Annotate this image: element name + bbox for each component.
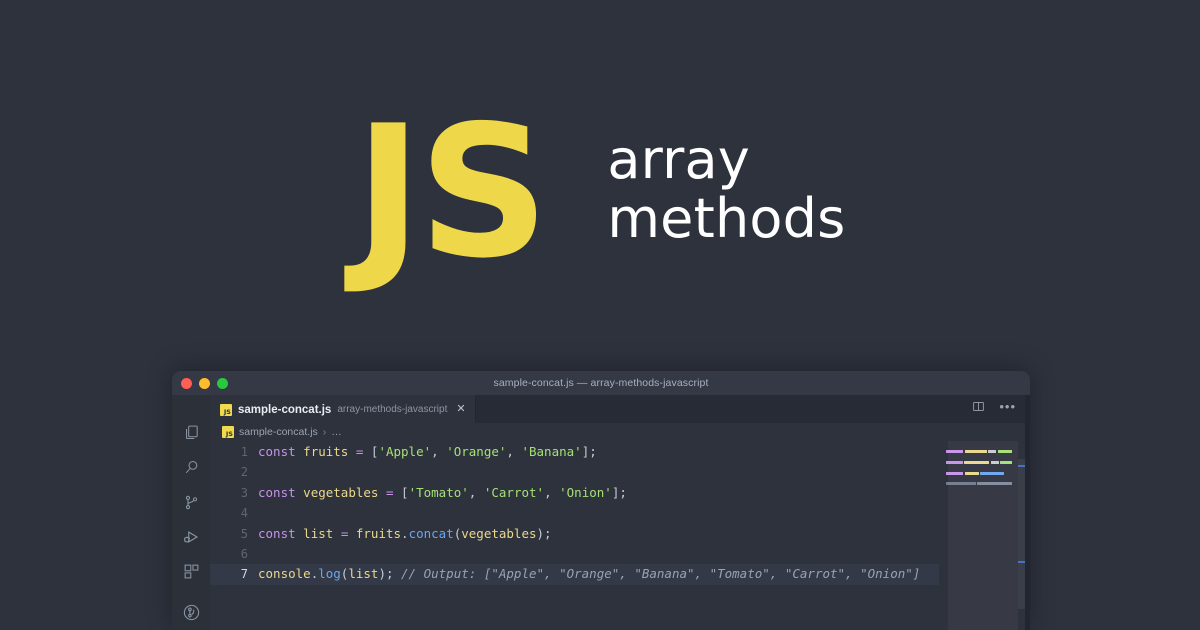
line-number: 6 [210, 544, 258, 564]
line-number: 3 [210, 483, 258, 503]
breadcrumb-file[interactable]: sample-concat.js [239, 426, 318, 438]
code-token: 'Carrot' [484, 485, 544, 500]
testing-circle-icon[interactable] [172, 595, 210, 630]
code-token: const [258, 485, 296, 500]
window-body: JS sample-concat.js array-methods-javasc… [172, 395, 1030, 630]
close-tab-icon[interactable]: ✕ [456, 404, 465, 415]
hero-title-line-2: methods [607, 190, 845, 248]
code-token: [ [363, 444, 378, 459]
line-text: const vegetables = ['Tomato', 'Carrot', … [258, 483, 627, 503]
editor-column: JS sample-concat.js array-methods-javasc… [210, 395, 1030, 630]
minimap[interactable] [939, 441, 1018, 630]
hero-title: array methods [607, 131, 845, 248]
explorer-files-icon[interactable] [172, 415, 210, 450]
code-line[interactable]: 5const list = fruits.concat(vegetables); [210, 524, 939, 544]
editor-tab-bar: JS sample-concat.js array-methods-javasc… [210, 395, 1030, 423]
code-token: 'Apple' [378, 444, 431, 459]
line-number: 7 [210, 564, 258, 584]
code-lines[interactable]: 1const fruits = ['Apple', 'Orange', 'Ban… [210, 441, 939, 585]
tab-folder-description: array-methods-javascript [337, 404, 447, 415]
window-right-edge [1025, 395, 1030, 630]
code-token: 'Tomato' [409, 485, 469, 500]
code-token: 'Onion' [559, 485, 612, 500]
code-editor-window: sample-concat.js — array-methods-javascr… [172, 371, 1030, 630]
code-token: fruits [303, 444, 348, 459]
code-token [333, 526, 341, 541]
code-token: concat [409, 526, 454, 541]
code-token: console [258, 566, 311, 581]
breadcrumb-symbol[interactable]: … [331, 426, 342, 438]
code-token: const [258, 526, 296, 541]
code-token: = [386, 485, 394, 500]
js-logo: JS [355, 101, 546, 283]
code-token: 'Banana' [521, 444, 581, 459]
editor-tab-sample-concat-js[interactable]: JS sample-concat.js array-methods-javasc… [210, 395, 476, 423]
code-token: log [318, 566, 341, 581]
code-token: fruits [356, 526, 401, 541]
line-number: 4 [210, 503, 258, 523]
tab-bar-spacer [476, 395, 973, 423]
code-token: // Output: ["Apple", "Orange", "Banana",… [401, 566, 920, 581]
more-actions-icon[interactable]: ••• [999, 400, 1016, 413]
code-token: , [506, 444, 521, 459]
split-editor-icon[interactable] [972, 400, 985, 418]
hero-banner: JS array methods [0, 0, 1200, 371]
code-token: . [401, 526, 409, 541]
code-token: ); [537, 526, 552, 541]
line-number: 1 [210, 442, 258, 462]
code-token [394, 566, 402, 581]
code-token: vegetables [461, 526, 536, 541]
source-control-branch-icon[interactable] [172, 485, 210, 520]
line-number: 5 [210, 524, 258, 544]
code-token: , [469, 485, 484, 500]
code-token [348, 444, 356, 459]
minimap-slider[interactable] [948, 441, 1018, 630]
tab-filename: sample-concat.js [238, 404, 331, 416]
code-line[interactable]: 3const vegetables = ['Tomato', 'Carrot',… [210, 483, 939, 503]
line-number: 2 [210, 462, 258, 482]
code-token [348, 526, 356, 541]
code-token: vegetables [303, 485, 378, 500]
extensions-blocks-icon[interactable] [172, 554, 210, 589]
window-title: sample-concat.js — array-methods-javascr… [172, 377, 1030, 389]
breadcrumb-separator-icon: › [323, 426, 327, 438]
breadcrumb: JS sample-concat.js › … [210, 423, 1030, 441]
code-token: ); [378, 566, 393, 581]
hero-title-line-1: array [607, 131, 845, 189]
tab-bar-actions: ••• [972, 395, 1030, 423]
code-token: ]; [582, 444, 597, 459]
code-line[interactable]: 6 [210, 544, 939, 564]
line-text: const fruits = ['Apple', 'Orange', 'Bana… [258, 442, 597, 462]
line-text: console.log(list); // Output: ["Apple", … [258, 564, 920, 584]
line-text: const list = fruits.concat(vegetables); [258, 524, 552, 544]
code-line[interactable]: 1const fruits = ['Apple', 'Orange', 'Ban… [210, 442, 939, 462]
search-icon[interactable] [172, 450, 210, 485]
code-token: const [258, 444, 296, 459]
code-token: 'Orange' [446, 444, 506, 459]
code-line[interactable]: 2 [210, 462, 939, 482]
activity-bar [172, 395, 210, 630]
run-and-debug-icon[interactable] [172, 519, 210, 554]
code-scroll-region[interactable]: 1const fruits = ['Apple', 'Orange', 'Ban… [210, 441, 939, 630]
code-token: ]; [612, 485, 627, 500]
code-line[interactable]: 4 [210, 503, 939, 523]
code-token: , [431, 444, 446, 459]
code-token: list [303, 526, 333, 541]
breadcrumb-file-icon: JS [222, 426, 234, 438]
code-line[interactable]: 7console.log(list); // Output: ["Apple",… [210, 564, 939, 584]
code-token: [ [394, 485, 409, 500]
code-token: , [544, 485, 559, 500]
code-token: list [348, 566, 378, 581]
code-token [378, 485, 386, 500]
javascript-file-icon: JS [220, 404, 232, 416]
code-editor-area[interactable]: 1const fruits = ['Apple', 'Orange', 'Ban… [210, 441, 1030, 630]
window-titlebar: sample-concat.js — array-methods-javascr… [172, 371, 1030, 395]
